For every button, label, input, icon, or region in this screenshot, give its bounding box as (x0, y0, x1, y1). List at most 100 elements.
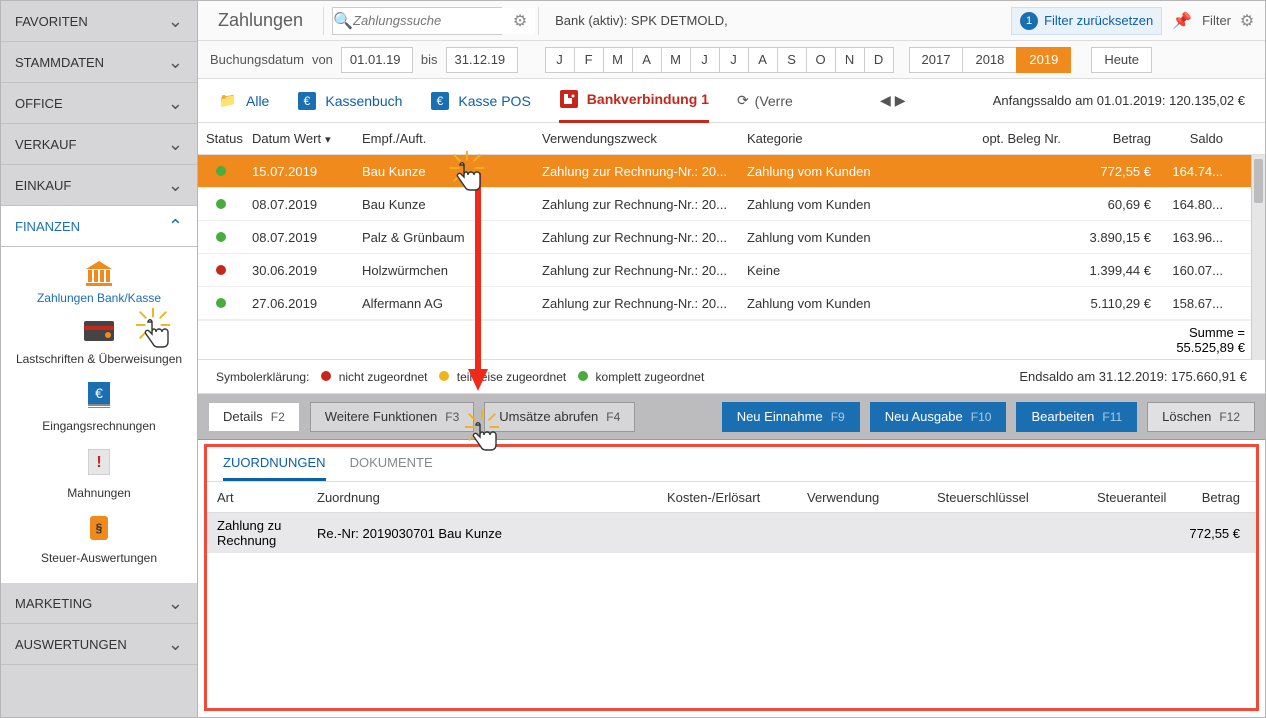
sidebar-favoriten[interactable]: FAVORITEN⌄ (1, 1, 197, 42)
year-button[interactable]: 2018 (962, 47, 1017, 73)
pin-icon[interactable]: 📌 (1168, 11, 1196, 31)
cell-kategorie: Zahlung vom Kunden (739, 197, 969, 212)
cell-datum: 08.07.2019 (244, 230, 354, 245)
today-button[interactable]: Heute (1091, 47, 1152, 73)
th-verwendung[interactable]: Verwendungszweck (534, 131, 739, 146)
transactions-table: Status Datum Wert Empf./Auft. Verwendung… (198, 123, 1265, 360)
filter-reset-button[interactable]: 1 Filter zurücksetzen (1011, 7, 1162, 35)
sidebar-item-lastschriften[interactable]: Lastschriften & Überweisungen (1, 321, 197, 366)
sidebar: FAVORITEN⌄ STAMMDATEN⌄ OFFICE⌄ VERKAUF⌄ … (1, 1, 198, 717)
date-filter-row: Buchungsdatum von 01.01.19 bis 31.12.19 … (198, 41, 1265, 79)
status-dot-icon (216, 199, 226, 209)
neu-ausgabe-button[interactable]: Neu AusgabeF10 (870, 402, 1007, 432)
th-kategorie[interactable]: Kategorie (739, 131, 969, 146)
table-row[interactable]: 08.07.2019Bau KunzeZahlung zur Rechnung-… (198, 188, 1265, 221)
tab-dokumente[interactable]: DOKUMENTE (350, 455, 433, 481)
tab-nav-left-icon[interactable]: ◀ (880, 92, 891, 109)
tab-kassenbuch[interactable]: €Kassenbuch (297, 79, 402, 123)
refresh-icon: ⟳ (737, 92, 749, 109)
month-button[interactable]: A (748, 47, 778, 73)
tab-kasse-pos[interactable]: €Kasse POS (430, 79, 530, 123)
month-button[interactable]: M (603, 47, 633, 73)
sidebar-stammdaten[interactable]: STAMMDATEN⌄ (1, 42, 197, 83)
th-saldo[interactable]: Saldo (1159, 131, 1239, 146)
detail-betrag: 772,55 € (1177, 526, 1256, 541)
scrollbar[interactable] (1251, 155, 1265, 360)
sidebar-verkauf[interactable]: VERKAUF⌄ (1, 124, 197, 165)
gear-icon[interactable]: ⚙ (510, 11, 530, 31)
chevron-down-icon: ⌄ (168, 593, 183, 614)
month-button[interactable]: A (632, 47, 662, 73)
sidebar-item-eingangsrechnungen[interactable]: € Eingangsrechnungen (1, 382, 197, 433)
cell-kategorie: Keine (739, 263, 969, 278)
sidebar-item-zahlungen[interactable]: Zahlungen Bank/Kasse (1, 261, 197, 305)
sidebar-finanzen[interactable]: FINANZEN⌃ (1, 206, 197, 247)
month-button[interactable]: S (777, 47, 807, 73)
year-button[interactable]: 2017 (909, 47, 964, 73)
legend-item: komplett zugeordnet (578, 370, 704, 384)
tab-alle[interactable]: 📁Alle (218, 79, 269, 123)
endsaldo: Endsaldo am 31.12.2019: 175.660,91 € (1019, 369, 1247, 384)
table-sum: Summe = 55.525,89 € (198, 320, 1265, 360)
sidebar-einkauf[interactable]: EINKAUF⌄ (1, 165, 197, 206)
table-row[interactable]: 27.06.2019Alfermann AGZahlung zur Rechnu… (198, 287, 1265, 320)
tab-zuordnungen[interactable]: ZUORDNUNGEN (223, 455, 326, 481)
cell-empf: Bau Kunze (354, 164, 534, 179)
sidebar-item-label: Eingangsrechnungen (42, 419, 155, 433)
sidebar-marketing[interactable]: MARKETING⌄ (1, 583, 197, 624)
tab-bankverbindung[interactable]: Bankverbindung 1 (559, 79, 709, 123)
th-empf[interactable]: Empf./Auft. (354, 131, 534, 146)
sidebar-item-steuer[interactable]: § Steuer-Auswertungen (1, 516, 197, 565)
table-row[interactable]: 30.06.2019HolzwürmchenZahlung zur Rechnu… (198, 254, 1265, 287)
month-button[interactable]: D (864, 47, 894, 73)
details-button[interactable]: DetailsF2 (208, 402, 300, 432)
cell-saldo: 164.80... (1159, 197, 1239, 212)
cell-saldo: 158.67... (1159, 296, 1239, 311)
bank-icon (84, 261, 114, 287)
cell-saldo: 163.96... (1159, 230, 1239, 245)
date-from-input[interactable]: 01.01.19 (341, 47, 413, 73)
sidebar-office[interactable]: OFFICE⌄ (1, 83, 197, 124)
tab-verrechnung[interactable]: ⟳(Verre (737, 92, 793, 109)
th-beleg[interactable]: opt. Beleg Nr. (969, 131, 1069, 146)
th-status[interactable]: Status (198, 131, 244, 146)
th-betrag[interactable]: Betrag (1069, 131, 1159, 146)
search-input[interactable] (353, 8, 535, 34)
loeschen-button[interactable]: LöschenF12 (1147, 402, 1255, 432)
weitere-funktionen-button[interactable]: Weitere FunktionenF3 (310, 402, 475, 432)
card-icon (84, 321, 114, 348)
filter-gear-icon[interactable]: ⚙ (1237, 11, 1257, 31)
search-icon: 🔍 (333, 11, 353, 31)
filter-count-badge: 1 (1020, 12, 1038, 30)
detail-panel: ZUORDNUNGEN DOKUMENTE Art Zuordnung Kost… (204, 444, 1259, 711)
year-button[interactable]: 2019 (1016, 47, 1071, 73)
tab-nav-right-icon[interactable]: ▶ (895, 92, 906, 109)
cell-empf: Holzwürmchen (354, 263, 534, 278)
table-row[interactable]: 15.07.2019Bau KunzeZahlung zur Rechnung-… (198, 155, 1265, 188)
month-button[interactable]: J (719, 47, 749, 73)
header-row: Zahlungen 🔍 ⚙ Bank (aktiv): SPK DETMOLD,… (198, 1, 1265, 41)
cell-kategorie: Zahlung vom Kunden (739, 230, 969, 245)
cell-betrag: 1.399,44 € (1069, 263, 1159, 278)
month-button[interactable]: N (835, 47, 865, 73)
th-datum[interactable]: Datum Wert (244, 131, 354, 146)
chevron-up-icon: ⌃ (168, 216, 183, 237)
cell-betrag: 772,55 € (1069, 164, 1159, 179)
month-button[interactable]: F (574, 47, 604, 73)
filter-label: Filter (1202, 13, 1231, 28)
umsaetze-abrufen-button[interactable]: Umsätze abrufenF4 (484, 402, 635, 432)
neu-einnahme-button[interactable]: Neu EinnahmeF9 (722, 402, 860, 432)
detail-row[interactable]: Zahlung zu Rechnung Re.-Nr: 2019030701 B… (207, 513, 1256, 553)
cell-empf: Palz & Grünbaum (354, 230, 534, 245)
month-button[interactable]: J (545, 47, 575, 73)
svg-text:€: € (95, 385, 103, 401)
sidebar-item-mahnungen[interactable]: ! Mahnungen (1, 449, 197, 500)
month-button[interactable]: J (690, 47, 720, 73)
table-row[interactable]: 08.07.2019Palz & GrünbaumZahlung zur Rec… (198, 221, 1265, 254)
bearbeiten-button[interactable]: BearbeitenF11 (1016, 402, 1137, 432)
sidebar-auswertungen[interactable]: AUSWERTUNGEN⌄ (1, 624, 197, 665)
anfangssaldo: Anfangssaldo am 01.01.2019: 120.135,02 € (993, 93, 1245, 108)
month-button[interactable]: M (661, 47, 691, 73)
month-button[interactable]: O (806, 47, 836, 73)
date-to-input[interactable]: 31.12.19 (446, 47, 518, 73)
